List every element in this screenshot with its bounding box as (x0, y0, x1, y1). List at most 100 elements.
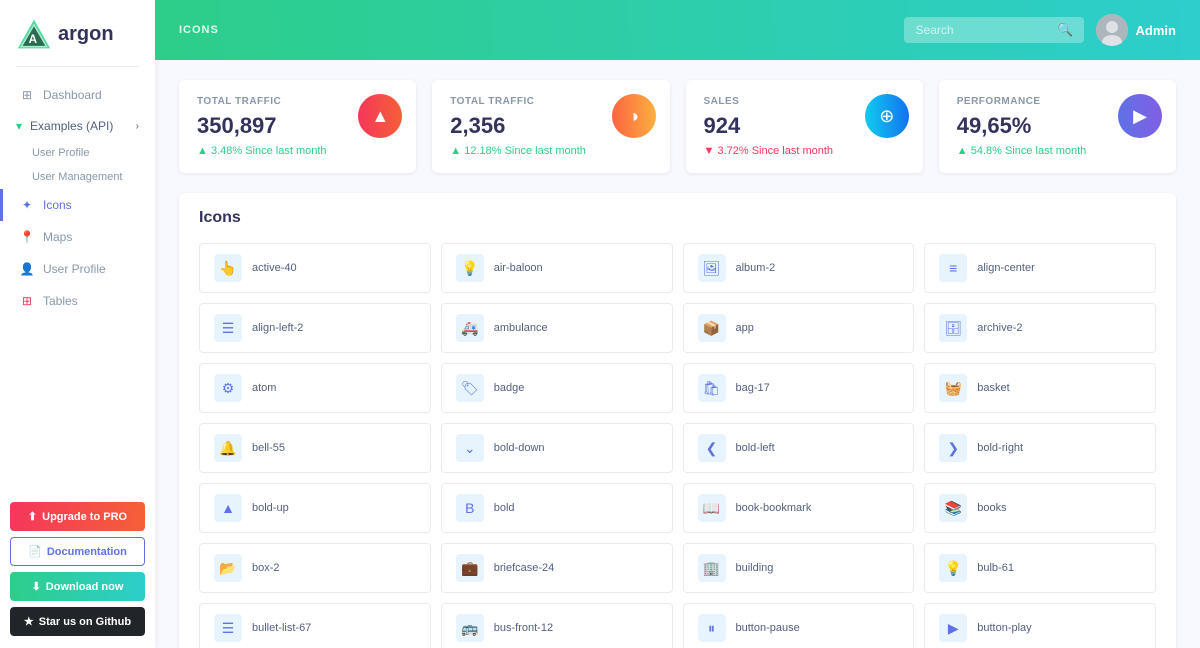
icon-list-item[interactable]: 💡 bulb-61 (924, 543, 1156, 593)
icon-list-item[interactable]: 🛍 bag-17 (683, 363, 915, 413)
icon-list-item[interactable]: B bold (441, 483, 673, 533)
icon-name: button-pause (736, 622, 800, 634)
docs-icon: 📄 (28, 545, 42, 558)
download-label: Download now (46, 581, 124, 593)
sidebar-item-dashboard[interactable]: ⊞ Dashboard (0, 79, 155, 111)
change-desc: Since last month (1005, 145, 1086, 157)
docs-label: Documentation (47, 546, 127, 558)
sidebar-item-examples[interactable]: ▾ Examples (API) › (0, 111, 155, 141)
header: ICONS 🔍 Admin (155, 0, 1200, 60)
icon-symbol: ≡ (939, 254, 967, 282)
sidebar-item-user-profile-2[interactable]: 👤 User Profile (0, 253, 155, 285)
icon-list-item[interactable]: 💼 briefcase-24 (441, 543, 673, 593)
sidebar-item-tables[interactable]: ⊞ Tables (0, 285, 155, 317)
icon-list-item[interactable]: 🔔 bell-55 (199, 423, 431, 473)
upgrade-button[interactable]: ⬆ Upgrade to PRO (10, 502, 145, 531)
icon-symbol: ❯ (939, 434, 967, 462)
icon-symbol: 💼 (456, 554, 484, 582)
change-arrow: ▼ (704, 145, 715, 157)
icon-list-item[interactable]: ☰ bullet-list-67 (199, 603, 431, 648)
change-percent: 3.48% (211, 145, 242, 157)
icon-symbol: 🛍 (698, 374, 726, 402)
change-desc: Since last month (752, 145, 833, 157)
icon-list-item[interactable]: 📦 app (683, 303, 915, 353)
icon-name: bold-left (736, 442, 775, 454)
icons-icon: ✦ (19, 197, 35, 213)
icon-list-item[interactable]: 🧺 basket (924, 363, 1156, 413)
change-percent: 3.72% (717, 145, 748, 157)
icon-symbol: 📖 (698, 494, 726, 522)
change-arrow: ▲ (197, 145, 208, 157)
tables-icon: ⊞ (19, 293, 35, 309)
icon-symbol: 🔔 (214, 434, 242, 462)
icon-symbol: ▲ (214, 494, 242, 522)
sidebar-item-label: User Profile (43, 262, 106, 276)
stat-card: PERFORMANCE 49,65% ▲ 54.8% Since last mo… (939, 80, 1176, 173)
icon-list-item[interactable]: ❯ bold-right (924, 423, 1156, 473)
icon-symbol: ▶ (939, 614, 967, 642)
user-icon: 👤 (19, 261, 35, 277)
icon-name: bold-down (494, 442, 545, 454)
icon-name: bulb-61 (977, 562, 1014, 574)
icon-list-item[interactable]: ☰ align-left-2 (199, 303, 431, 353)
icon-name: badge (494, 382, 525, 394)
content-area: TOTAL TRAFFIC 350,897 ▲ 3.48% Since last… (155, 60, 1200, 648)
icon-symbol: 🧺 (939, 374, 967, 402)
icon-list-item[interactable]: ≡ align-center (924, 243, 1156, 293)
sidebar-item-maps[interactable]: 📍 Maps (0, 221, 155, 253)
stat-icon: ⊕ (865, 94, 909, 138)
icon-name: align-left-2 (252, 322, 303, 334)
search-icon: 🔍 (1057, 22, 1073, 38)
github-button[interactable]: ★ Star us on Github (10, 607, 145, 636)
icon-list-item[interactable]: 🏢 building (683, 543, 915, 593)
icon-list-item[interactable]: 👆 active-40 (199, 243, 431, 293)
download-button[interactable]: ⬇ Download now (10, 572, 145, 601)
icon-list-item[interactable]: ⏸ button-pause (683, 603, 915, 648)
icon-list-item[interactable]: 🖼 album-2 (683, 243, 915, 293)
sidebar-item-icons[interactable]: ✦ Icons (0, 189, 155, 221)
upgrade-icon: ⬆ (28, 510, 37, 523)
chevron-icon: ▾ (16, 119, 22, 133)
sidebar-item-label: Maps (43, 230, 72, 244)
icon-symbol: 🚌 (456, 614, 484, 642)
sidebar-item-user-profile[interactable]: User Profile (16, 141, 155, 165)
brand-name: argon (58, 23, 114, 46)
icon-list-item[interactable]: ⚙ atom (199, 363, 431, 413)
icon-name: bag-17 (736, 382, 770, 394)
icon-list-item[interactable]: ⌄ bold-down (441, 423, 673, 473)
icon-name: album-2 (736, 262, 776, 274)
icon-list-item[interactable]: ▲ bold-up (199, 483, 431, 533)
main-area: ICONS 🔍 Admin TOTAL TRAFFI (155, 0, 1200, 648)
stats-row: TOTAL TRAFFIC 350,897 ▲ 3.48% Since last… (179, 80, 1176, 173)
icons-grid: 👆 active-40 💡 air-baloon 🖼 album-2 ≡ ali… (199, 243, 1156, 648)
sidebar-item-label: Examples (API) (30, 119, 113, 133)
icon-name: app (736, 322, 754, 334)
docs-button[interactable]: 📄 Documentation (10, 537, 145, 566)
sidebar-subnav: User Profile User Management (0, 141, 155, 189)
icon-list-item[interactable]: 📖 book-bookmark (683, 483, 915, 533)
brand-logo: A argon (0, 0, 155, 62)
sidebar-item-user-management[interactable]: User Management (16, 165, 155, 189)
icon-list-item[interactable]: 🏷 badge (441, 363, 673, 413)
icon-list-item[interactable]: 🚌 bus-front-12 (441, 603, 673, 648)
icon-symbol: 🖼 (698, 254, 726, 282)
icon-symbol: ☰ (214, 614, 242, 642)
icon-list-item[interactable]: ❮ bold-left (683, 423, 915, 473)
icon-list-item[interactable]: 📚 books (924, 483, 1156, 533)
stat-icon: ◑ (612, 94, 656, 138)
svg-text:A: A (29, 33, 38, 46)
stat-card: TOTAL TRAFFIC 350,897 ▲ 3.48% Since last… (179, 80, 416, 173)
icon-name: ambulance (494, 322, 548, 334)
icon-list-item[interactable]: 🚑 ambulance (441, 303, 673, 353)
page-title: ICONS (179, 24, 219, 36)
icons-section: Icons 👆 active-40 💡 air-baloon 🖼 album-2… (179, 193, 1176, 648)
icon-list-item[interactable]: ▶ button-play (924, 603, 1156, 648)
icon-name: align-center (977, 262, 1034, 274)
sidebar: A argon ⊞ Dashboard ▾ Examples (API) › U… (0, 0, 155, 648)
icon-name: building (736, 562, 774, 574)
icon-list-item[interactable]: 💡 air-baloon (441, 243, 673, 293)
icon-symbol: 📚 (939, 494, 967, 522)
icon-list-item[interactable]: 🗄 archive-2 (924, 303, 1156, 353)
icon-list-item[interactable]: 📂 box-2 (199, 543, 431, 593)
icon-symbol: 💡 (939, 554, 967, 582)
